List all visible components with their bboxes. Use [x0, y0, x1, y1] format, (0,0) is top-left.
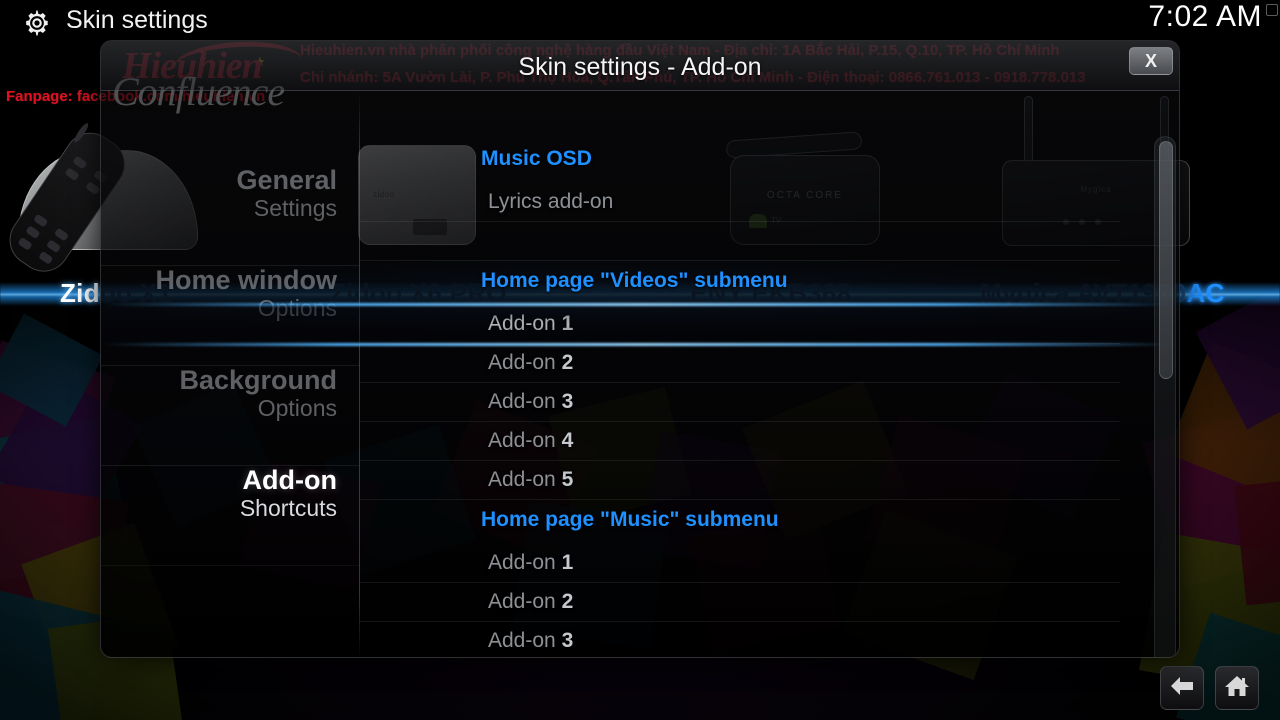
list-item[interactable]: Add-on 2 [360, 583, 1120, 622]
section-header: Music OSD [481, 147, 592, 170]
remote-key [72, 155, 88, 170]
category-subtitle: Options [257, 295, 337, 322]
list-item[interactable]: Add-on 1 [360, 544, 1120, 583]
list-item-label: Add-on 3 [360, 383, 1120, 422]
list-item-label: Add-on 3 [360, 622, 1120, 657]
list-item-text: Lyrics add-on [488, 190, 614, 213]
kodi-skin-settings-screen: zidoo OCTA CORE TV Mygica Zidoo X1 Zidoo… [0, 0, 1280, 720]
list-item-text: Add-on [488, 429, 562, 452]
home-button[interactable] [1215, 666, 1259, 710]
category-title: General [236, 165, 337, 195]
category-item-general[interactable]: General Settings [101, 166, 359, 266]
back-button[interactable] [1160, 666, 1204, 710]
list-item-text: Add-on [488, 629, 562, 652]
list-item-text: Add-on [488, 590, 562, 613]
category-item-add-on[interactable]: Add-on Shortcuts [101, 466, 359, 566]
home-icon [1224, 674, 1250, 703]
scrollbar-track[interactable] [1154, 136, 1176, 657]
list-item-number: 1 [561, 551, 574, 574]
skin-settings-dialog: Skin settings - Add-on X General Settings… [100, 40, 1180, 658]
clock: 7:02 AM [1148, 0, 1262, 33]
back-arrow-icon [1169, 675, 1195, 702]
list-item-label: Add-on 2 [360, 583, 1120, 622]
list-item-text: Add-on [488, 468, 562, 491]
list-item[interactable]: Lyrics add-on [360, 183, 1120, 222]
list-item-label: Add-on 4 [360, 422, 1120, 461]
list-item-label: Lyrics add-on [360, 183, 1120, 222]
list-item[interactable]: Add-on 2 [360, 344, 1120, 383]
category-subtitle: Options [257, 395, 337, 422]
category-title: Home window [155, 265, 338, 295]
remote-key [33, 213, 49, 228]
dialog-header: Skin settings - Add-on X [101, 41, 1179, 91]
list-item-number: 2 [561, 590, 574, 613]
remote-key [38, 250, 54, 265]
remote-key [25, 225, 41, 240]
list-item-text: Add-on [488, 312, 562, 335]
category-subtitle: Shortcuts [239, 495, 337, 522]
section-header: Home page "Music" submenu [481, 508, 779, 531]
category-subtitle: Settings [253, 195, 337, 222]
category-title: Background [179, 365, 337, 395]
dialog-title: Skin settings - Add-on [518, 53, 762, 81]
list-item-text: Add-on [488, 551, 562, 574]
list-item[interactable]: Add-on 5 [360, 461, 1120, 500]
remote-key [46, 239, 62, 254]
remote-key [85, 181, 101, 196]
category-item-home-window[interactable]: Home window Options [101, 266, 359, 366]
list-item[interactable]: Add-on 3 [360, 622, 1120, 657]
category-item-background[interactable]: Background Options [101, 366, 359, 466]
list-item[interactable]: Add-on 1 [101, 305, 1179, 344]
gear-icon [22, 8, 52, 38]
row-separator [360, 260, 1120, 261]
list-item-number: 2 [561, 351, 574, 374]
close-icon[interactable]: X [1129, 47, 1173, 75]
page-title: Skin settings [66, 6, 208, 34]
remote-key [17, 236, 33, 251]
category-title: Add-on [242, 465, 337, 495]
list-item-number: 5 [561, 468, 574, 491]
list-item-label: Add-on 1 [360, 305, 1120, 344]
list-item-text: Add-on [488, 351, 562, 374]
category-list: General Settings Home window Options Backgro… [101, 91, 359, 657]
list-item-number: 3 [561, 390, 574, 413]
list-item-label: Add-on 1 [360, 544, 1120, 583]
scrollbar-thumb[interactable] [1159, 141, 1173, 379]
status-badge-icon [1266, 4, 1278, 16]
list-item-label [360, 222, 1120, 261]
list-item-label: Add-on 2 [360, 344, 1120, 383]
remote-dpad-icon [72, 121, 91, 144]
remote-key [64, 167, 80, 182]
list-item-number: 3 [561, 629, 574, 652]
list-item[interactable] [360, 222, 1120, 261]
list-item-number: 1 [561, 312, 574, 335]
list-item[interactable]: Add-on 3 [360, 383, 1120, 422]
list-item-number: 4 [561, 429, 574, 452]
list-item[interactable]: Add-on 4 [360, 422, 1120, 461]
list-item-text: Add-on [488, 390, 562, 413]
top-bar: Skin settings 7:02 AM [0, 0, 1280, 44]
list-item-label: Add-on 5 [360, 461, 1120, 500]
row-separator [360, 499, 1120, 500]
section-header: Home page "Videos" submenu [481, 269, 788, 292]
settings-list: Music OSD Lyrics add-on Home page "Videos"… [101, 91, 1179, 657]
remote-key [53, 227, 70, 242]
